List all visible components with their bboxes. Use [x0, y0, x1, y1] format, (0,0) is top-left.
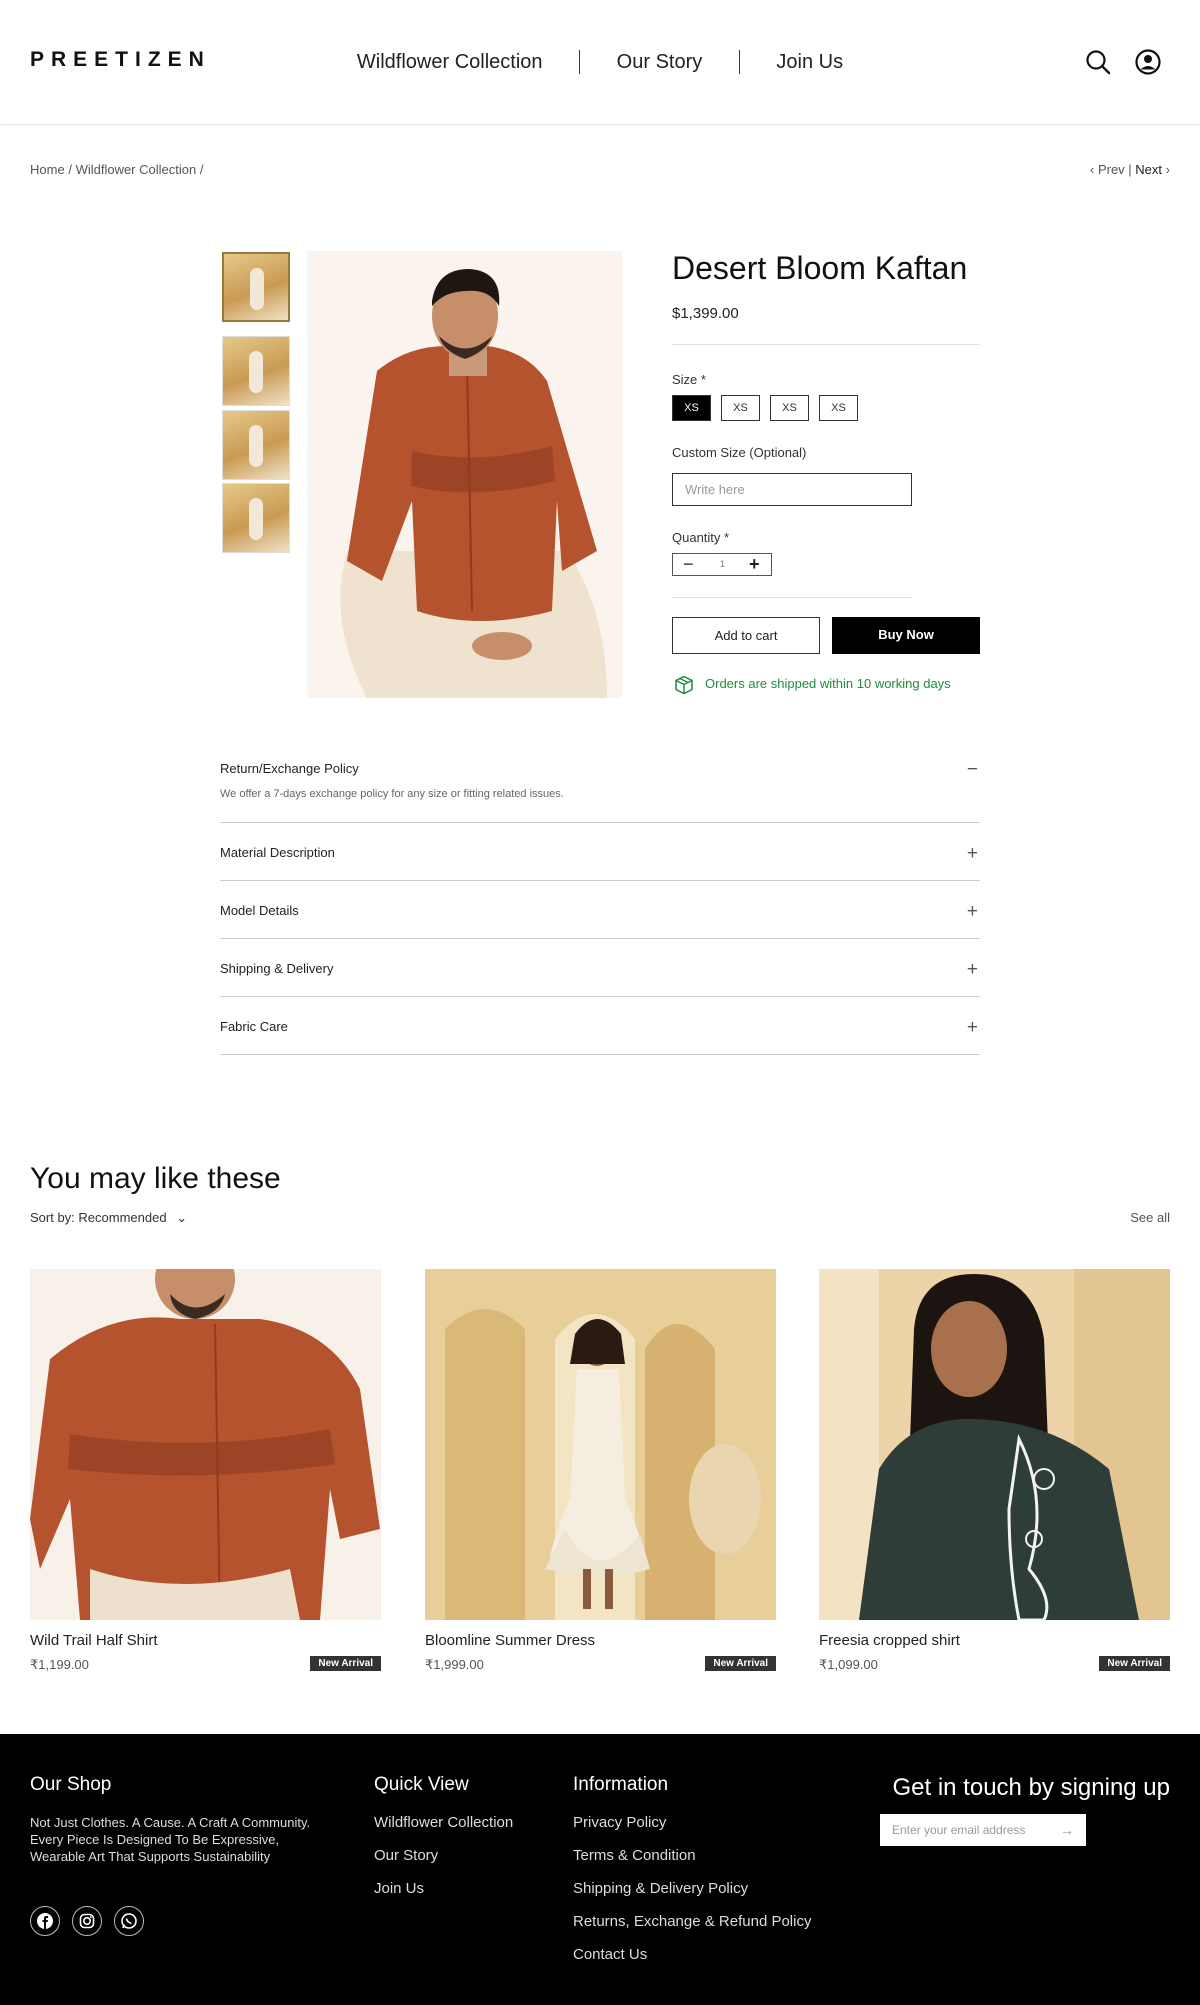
- product-card-price: ₹1,199.00: [30, 1657, 89, 1672]
- nav-divider: [738, 50, 740, 74]
- divider: [672, 597, 912, 598]
- product-pager: ‹ Prev | Next ›: [1089, 162, 1170, 177]
- newsletter-email-input[interactable]: Enter your email address →: [880, 1814, 1086, 1846]
- main-nav: Wildflower Collection Our Story Join Us: [0, 50, 1200, 74]
- product-main-image: [307, 251, 622, 698]
- footer-shop-title: Our Shop: [30, 1774, 112, 1795]
- accordion-title: Return/Exchange Policy: [220, 761, 359, 776]
- footer-link[interactable]: Shipping & Delivery Policy: [573, 1880, 748, 1897]
- nav-join-us[interactable]: Join Us: [776, 51, 843, 74]
- footer-signup-title: Get in touch by signing up: [892, 1774, 1170, 1801]
- footer-quick-title: Quick View: [374, 1774, 469, 1795]
- product-card-image[interactable]: [819, 1269, 1170, 1620]
- whatsapp-icon[interactable]: [114, 1906, 144, 1936]
- quantity-value: 1: [720, 559, 726, 569]
- accordion-fabric-care[interactable]: Fabric Care +: [220, 997, 980, 1055]
- nav-divider: [579, 50, 581, 74]
- site-header: PREETIZEN Wildflower Collection Our Stor…: [0, 0, 1200, 125]
- arrow-right-icon[interactable]: →: [1060, 1814, 1074, 1846]
- footer-shop-description: Not Just Clothes. A Cause. A Craft A Com…: [30, 1815, 311, 1864]
- accordion-model-details[interactable]: Model Details +: [220, 881, 980, 939]
- plus-icon[interactable]: +: [967, 1018, 978, 1037]
- decrement-button[interactable]: −: [683, 554, 694, 575]
- newsletter-placeholder: Enter your email address: [892, 1823, 1026, 1837]
- minus-icon[interactable]: −: [967, 760, 978, 779]
- accordion-title: Model Details: [220, 903, 299, 918]
- product-thumbnail[interactable]: [222, 483, 290, 553]
- see-all-link[interactable]: See all: [1130, 1210, 1170, 1225]
- custom-size-input[interactable]: [672, 473, 912, 506]
- product-card-price: ₹1,099.00: [819, 1657, 878, 1672]
- product-card-price: ₹1,999.00: [425, 1657, 484, 1672]
- footer-link[interactable]: Privacy Policy: [573, 1814, 666, 1831]
- breadcrumb: Home / Wildflower Collection /: [30, 162, 204, 177]
- footer-link[interactable]: Join Us: [374, 1880, 424, 1897]
- footer-link[interactable]: Returns, Exchange & Refund Policy: [573, 1913, 811, 1930]
- sort-dropdown[interactable]: Sort by: Recommended ⌄: [30, 1210, 187, 1226]
- divider: [672, 344, 980, 345]
- footer-link[interactable]: Wildflower Collection: [374, 1814, 513, 1831]
- new-arrival-badge: New Arrival: [310, 1656, 381, 1671]
- increment-button[interactable]: +: [749, 554, 760, 575]
- chevron-left-icon: ‹: [1089, 162, 1095, 177]
- plus-icon[interactable]: +: [967, 844, 978, 863]
- accordion-return-policy[interactable]: Return/Exchange Policy − We offer a 7-da…: [220, 742, 980, 823]
- footer-link[interactable]: Terms & Condition: [573, 1847, 696, 1864]
- product-card-name[interactable]: Freesia cropped shirt: [819, 1632, 960, 1649]
- section-title: You may like these: [30, 1162, 281, 1195]
- product-card-name[interactable]: Bloomline Summer Dress: [425, 1632, 595, 1649]
- account-icon[interactable]: [1134, 48, 1162, 76]
- product-card-image[interactable]: [30, 1269, 381, 1620]
- shipping-note: Orders are shipped within 10 working day…: [705, 676, 951, 691]
- product-card[interactable]: Freesia cropped shirt ₹1,099.00 New Arri…: [819, 1269, 1170, 1672]
- size-option[interactable]: XS: [672, 395, 711, 421]
- accordion-material-description[interactable]: Material Description +: [220, 823, 980, 881]
- facebook-icon[interactable]: [30, 1906, 60, 1936]
- next-link[interactable]: Next: [1135, 162, 1162, 177]
- add-to-cart-button[interactable]: Add to cart: [672, 617, 820, 654]
- buy-now-button[interactable]: Buy Now: [832, 617, 980, 654]
- size-option[interactable]: XS: [721, 395, 760, 421]
- size-label: Size *: [672, 372, 706, 387]
- size-option[interactable]: XS: [770, 395, 809, 421]
- prev-link[interactable]: Prev: [1098, 162, 1125, 177]
- footer-link[interactable]: Our Story: [374, 1847, 438, 1864]
- nav-our-story[interactable]: Our Story: [617, 51, 703, 74]
- sort-label: Sort by: Recommended: [30, 1210, 167, 1225]
- accordion-title: Fabric Care: [220, 1019, 288, 1034]
- size-option[interactable]: XS: [819, 395, 858, 421]
- product-title: Desert Bloom Kaftan: [672, 250, 968, 286]
- quantity-label: Quantity *: [672, 530, 730, 545]
- product-card-name[interactable]: Wild Trail Half Shirt: [30, 1632, 158, 1649]
- plus-icon[interactable]: +: [967, 960, 978, 979]
- product-thumbnail[interactable]: [222, 336, 290, 406]
- quantity-stepper: − 1 +: [672, 553, 772, 576]
- footer-link[interactable]: Contact Us: [573, 1946, 647, 1963]
- breadcrumb-collection[interactable]: Wildflower Collection: [76, 162, 197, 177]
- custom-size-label: Custom Size (Optional): [672, 445, 807, 460]
- footer-info-title: Information: [573, 1774, 669, 1795]
- search-icon[interactable]: [1084, 48, 1112, 76]
- product-card[interactable]: Bloomline Summer Dress ₹1,999.00 New Arr…: [425, 1269, 776, 1672]
- product-card[interactable]: Wild Trail Half Shirt ₹1,199.00 New Arri…: [30, 1269, 381, 1672]
- breadcrumb-home[interactable]: Home: [30, 162, 65, 177]
- site-footer: Our Shop Not Just Clothes. A Cause. A Cr…: [0, 1734, 1200, 2005]
- nav-wildflower-collection[interactable]: Wildflower Collection: [357, 51, 543, 74]
- new-arrival-badge: New Arrival: [705, 1656, 776, 1671]
- product-thumbnail[interactable]: [222, 410, 290, 480]
- accordion-title: Material Description: [220, 845, 335, 860]
- package-icon: [675, 675, 693, 695]
- product-thumbnail[interactable]: [222, 252, 290, 322]
- product-price: $1,399.00: [672, 305, 739, 322]
- instagram-icon[interactable]: [72, 1906, 102, 1936]
- accordion-body: We offer a 7-days exchange policy for an…: [220, 788, 564, 800]
- chevron-down-icon: ⌄: [176, 1210, 188, 1225]
- accordion-shipping-delivery[interactable]: Shipping & Delivery +: [220, 939, 980, 997]
- chevron-right-icon: ›: [1165, 162, 1170, 177]
- product-card-image[interactable]: [425, 1269, 776, 1620]
- plus-icon[interactable]: +: [967, 902, 978, 921]
- new-arrival-badge: New Arrival: [1099, 1656, 1170, 1671]
- accordion-title: Shipping & Delivery: [220, 961, 334, 976]
